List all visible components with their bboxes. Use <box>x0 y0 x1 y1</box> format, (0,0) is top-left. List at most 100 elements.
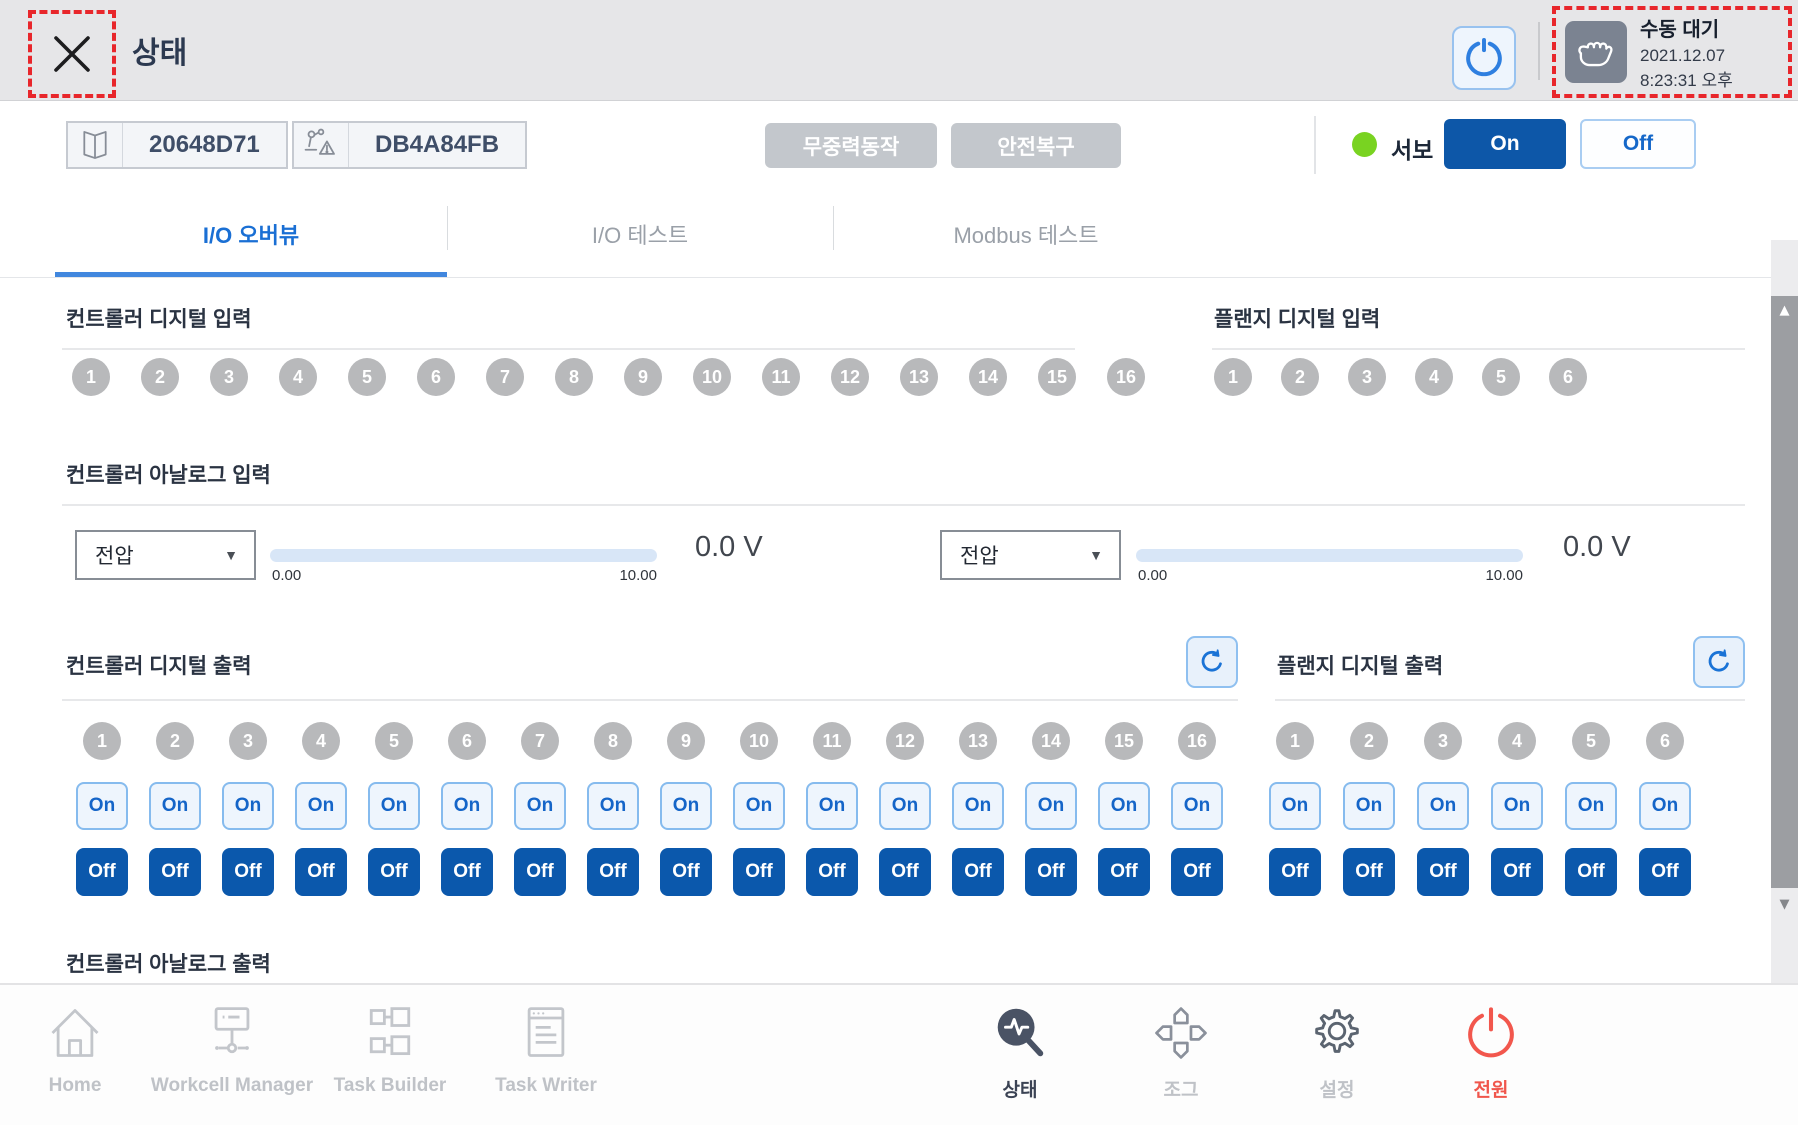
tab-io-overview[interactable]: I/O 오버뷰 <box>55 196 447 272</box>
channel-number-chip: 10 <box>693 358 731 396</box>
output-off-button[interactable]: Off <box>1639 848 1691 896</box>
section-line <box>1275 699 1745 701</box>
refresh-icon <box>1704 647 1734 677</box>
output-off-button[interactable]: Off <box>149 848 201 896</box>
output-off-button[interactable]: Off <box>1269 848 1321 896</box>
nav-item-jog[interactable]: 조그 <box>1096 995 1266 1102</box>
close-icon <box>46 28 98 80</box>
tab-modbus-test[interactable]: Modbus 테스트 <box>833 196 1219 272</box>
output-on-button[interactable]: On <box>587 782 639 830</box>
output-on-button[interactable]: On <box>660 782 712 830</box>
output-off-button[interactable]: Off <box>1098 848 1150 896</box>
output-on-button[interactable]: On <box>1639 782 1691 830</box>
task-writer-icon <box>516 1003 576 1063</box>
robot-serial-badge[interactable]: 20648D71 <box>66 121 288 169</box>
servo-off-button[interactable]: Off <box>1580 119 1696 169</box>
analog-input-1-value: 0.0 V <box>695 531 763 564</box>
nav-item-power[interactable]: 전원 <box>1406 995 1576 1102</box>
controller-digital-input-channels: 12345678910111213141516 <box>72 358 1145 396</box>
output-on-button[interactable]: On <box>1171 782 1223 830</box>
tab-io-test[interactable]: I/O 테스트 <box>447 196 833 272</box>
output-off-button[interactable]: Off <box>660 848 712 896</box>
output-on-button[interactable]: On <box>76 782 128 830</box>
output-channel-column: 15OnOff <box>1098 722 1150 896</box>
output-off-button[interactable]: Off <box>1343 848 1395 896</box>
output-off-button[interactable]: Off <box>1565 848 1617 896</box>
output-off-button[interactable]: Off <box>76 848 128 896</box>
zero-gravity-button[interactable]: 무중력동작 <box>765 123 937 168</box>
output-off-button[interactable]: Off <box>1025 848 1077 896</box>
nav-item-workcell-manager[interactable]: Workcell Manager <box>147 995 317 1097</box>
output-channel-column: 8OnOff <box>587 722 639 896</box>
output-on-button[interactable]: On <box>879 782 931 830</box>
servo-on-button[interactable]: On <box>1444 119 1566 169</box>
channel-number-chip: 4 <box>1415 358 1453 396</box>
output-on-button[interactable]: On <box>1025 782 1077 830</box>
output-off-button[interactable]: Off <box>514 848 566 896</box>
scroll-up-icon[interactable]: ▲ <box>1771 303 1798 318</box>
output-off-button[interactable]: Off <box>295 848 347 896</box>
output-off-button[interactable]: Off <box>733 848 785 896</box>
manual-mode-button[interactable] <box>1565 21 1627 83</box>
output-on-button[interactable]: On <box>1417 782 1469 830</box>
output-on-button[interactable]: On <box>441 782 493 830</box>
scroll-down-icon[interactable]: ▼ <box>1771 897 1798 912</box>
output-on-button[interactable]: On <box>368 782 420 830</box>
section-title-flange-digital-output: 플랜지 디지털 출력 <box>1277 650 1443 680</box>
output-channel-column: 6OnOff <box>1639 722 1691 896</box>
output-off-button[interactable]: Off <box>1491 848 1543 896</box>
output-on-button[interactable]: On <box>1098 782 1150 830</box>
safety-recovery-button[interactable]: 안전복구 <box>951 123 1121 168</box>
nav-item-settings[interactable]: 설정 <box>1252 995 1422 1102</box>
channel-number-chip: 5 <box>1482 358 1520 396</box>
output-channel-column: 13OnOff <box>952 722 1004 896</box>
output-on-button[interactable]: On <box>733 782 785 830</box>
manual-hand-icon <box>1574 30 1618 74</box>
book-icon <box>76 126 114 164</box>
output-off-button[interactable]: Off <box>1171 848 1223 896</box>
nav-item-task-builder[interactable]: Task Builder <box>305 995 475 1097</box>
output-off-button[interactable]: Off <box>952 848 1004 896</box>
nav-label: Workcell Manager <box>151 1075 313 1097</box>
output-off-button[interactable]: Off <box>879 848 931 896</box>
output-on-button[interactable]: On <box>514 782 566 830</box>
safety-serial-badge[interactable]: DB4A84FB <box>292 121 527 169</box>
nav-label: Home <box>49 1075 102 1097</box>
output-on-button[interactable]: On <box>1565 782 1617 830</box>
output-channel-column: 5OnOff <box>1565 722 1617 896</box>
channel-number-chip: 4 <box>302 722 340 760</box>
output-on-button[interactable]: On <box>222 782 274 830</box>
output-on-button[interactable]: On <box>806 782 858 830</box>
output-on-button[interactable]: On <box>952 782 1004 830</box>
controller-digital-output-refresh-button[interactable] <box>1186 636 1238 688</box>
close-button[interactable] <box>46 28 98 80</box>
channel-number-chip: 16 <box>1178 722 1216 760</box>
output-off-button[interactable]: Off <box>587 848 639 896</box>
gripper-button[interactable] <box>1452 26 1516 90</box>
nav-item-home[interactable]: Home <box>0 995 160 1097</box>
flange-digital-output-refresh-button[interactable] <box>1693 636 1745 688</box>
output-off-button[interactable]: Off <box>1417 848 1469 896</box>
analog-input-1-type-dropdown[interactable]: 전압 ▼ <box>75 530 256 580</box>
output-off-button[interactable]: Off <box>806 848 858 896</box>
analog-input-2-type-dropdown[interactable]: 전압 ▼ <box>940 530 1121 580</box>
safety-serial-label: DB4A84FB <box>349 123 525 167</box>
output-off-button[interactable]: Off <box>368 848 420 896</box>
output-off-button[interactable]: Off <box>441 848 493 896</box>
nav-item-status[interactable]: 상태 <box>935 995 1105 1102</box>
tab-separator <box>833 206 834 250</box>
tabs-bottom-line <box>0 277 1798 278</box>
output-on-button[interactable]: On <box>149 782 201 830</box>
output-on-button[interactable]: On <box>1269 782 1321 830</box>
output-on-button[interactable]: On <box>1343 782 1395 830</box>
status-icon <box>989 1002 1051 1064</box>
channel-number-chip: 1 <box>1214 358 1252 396</box>
workcell-manager-icon <box>202 1003 262 1063</box>
channel-number-chip: 6 <box>417 358 455 396</box>
output-on-button[interactable]: On <box>295 782 347 830</box>
scrollbar-thumb[interactable] <box>1771 296 1798 888</box>
output-off-button[interactable]: Off <box>222 848 274 896</box>
output-on-button[interactable]: On <box>1491 782 1543 830</box>
nav-item-task-writer[interactable]: Task Writer <box>461 995 631 1097</box>
output-channel-column: 1OnOff <box>1269 722 1321 896</box>
